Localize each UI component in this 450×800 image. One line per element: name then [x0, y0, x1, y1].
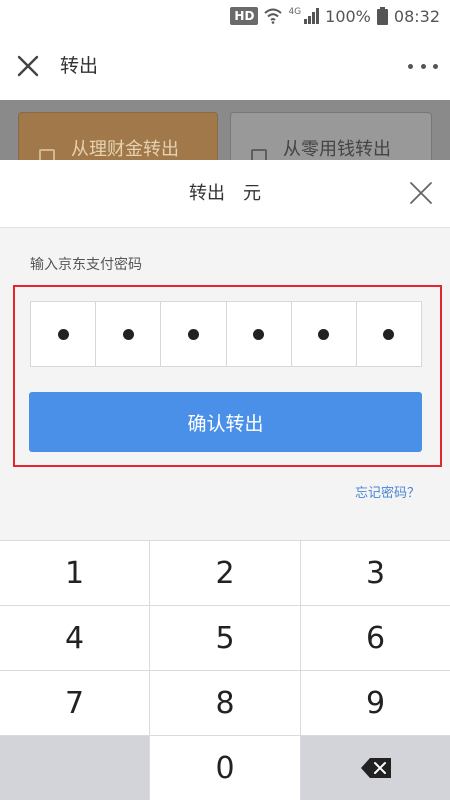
- confirm-transfer-button[interactable]: 确认转出: [29, 392, 422, 452]
- password-digit-box: [161, 302, 227, 366]
- key-0[interactable]: 0: [150, 736, 300, 800]
- tab-label: 从理财金转出: [71, 139, 179, 160]
- backspace-icon: [360, 758, 391, 778]
- password-dot: [318, 328, 330, 340]
- password-input[interactable]: [30, 301, 422, 367]
- backspace-key[interactable]: [301, 736, 450, 800]
- sheet-title: 转出元: [0, 182, 450, 206]
- status-icons: HD 4G 100% 08:32: [230, 5, 440, 27]
- password-dot: [122, 328, 134, 340]
- chart-icon: [39, 149, 55, 160]
- key-2[interactable]: 2: [150, 541, 300, 605]
- password-label: 输入京东支付密码: [30, 257, 142, 273]
- close-icon[interactable]: [14, 52, 42, 80]
- key-6[interactable]: 6: [301, 606, 450, 670]
- sheet-header: 转出元: [0, 160, 450, 228]
- password-dot: [57, 328, 69, 340]
- key-1[interactable]: 1: [0, 541, 149, 605]
- battery-icon: [376, 7, 388, 25]
- dot: [433, 63, 438, 69]
- app-header: 转出: [0, 32, 450, 100]
- tab-label: 从零用钱转出: [283, 139, 391, 160]
- network-type: 4G: [288, 7, 302, 17]
- dimmed-overlay: 从理财金转出 从零用钱转出: [0, 100, 450, 160]
- key-4[interactable]: 4: [0, 606, 149, 670]
- password-digit-box: [292, 302, 357, 366]
- key-8[interactable]: 8: [150, 671, 300, 735]
- password-dot: [383, 328, 395, 340]
- status-bar: HD 4G 100% 08:32: [0, 0, 450, 32]
- key-blank: [0, 736, 149, 800]
- sheet-title-text: 转出: [189, 183, 225, 204]
- dot: [408, 63, 413, 69]
- wallet-icon: [251, 149, 267, 160]
- key-3[interactable]: 3: [301, 541, 450, 605]
- currency-unit: 元: [243, 183, 261, 204]
- password-digit-box: [96, 302, 162, 366]
- numeric-keypad: 1 2 3 4 5 6 7 8 9 0: [0, 540, 450, 800]
- page-title: 转出: [60, 55, 99, 77]
- hd-badge: HD: [230, 7, 259, 25]
- password-dot: [253, 328, 265, 340]
- forgot-password-link[interactable]: 忘记密码？: [355, 482, 420, 501]
- dot: [420, 63, 426, 69]
- signal-icon: [304, 8, 320, 24]
- key-9[interactable]: 9: [301, 671, 450, 735]
- password-dot: [187, 328, 199, 340]
- tab-from-pocket-money: 从零用钱转出: [230, 112, 432, 160]
- battery-percent: 100%: [325, 6, 371, 26]
- clock: 08:32: [393, 6, 440, 26]
- key-7[interactable]: 7: [0, 671, 149, 735]
- password-digit-box: [357, 302, 421, 366]
- close-icon[interactable]: [408, 180, 434, 206]
- wifi-icon: [264, 8, 283, 24]
- password-sheet: 转出元 输入京东支付密码 确认转出 忘记密码？: [0, 160, 450, 540]
- more-dots-icon[interactable]: [408, 56, 438, 76]
- password-digit-box: [31, 302, 97, 366]
- key-5[interactable]: 5: [150, 606, 300, 670]
- tab-from-wealth: 从理财金转出: [18, 112, 218, 160]
- password-digit-box: [227, 302, 292, 366]
